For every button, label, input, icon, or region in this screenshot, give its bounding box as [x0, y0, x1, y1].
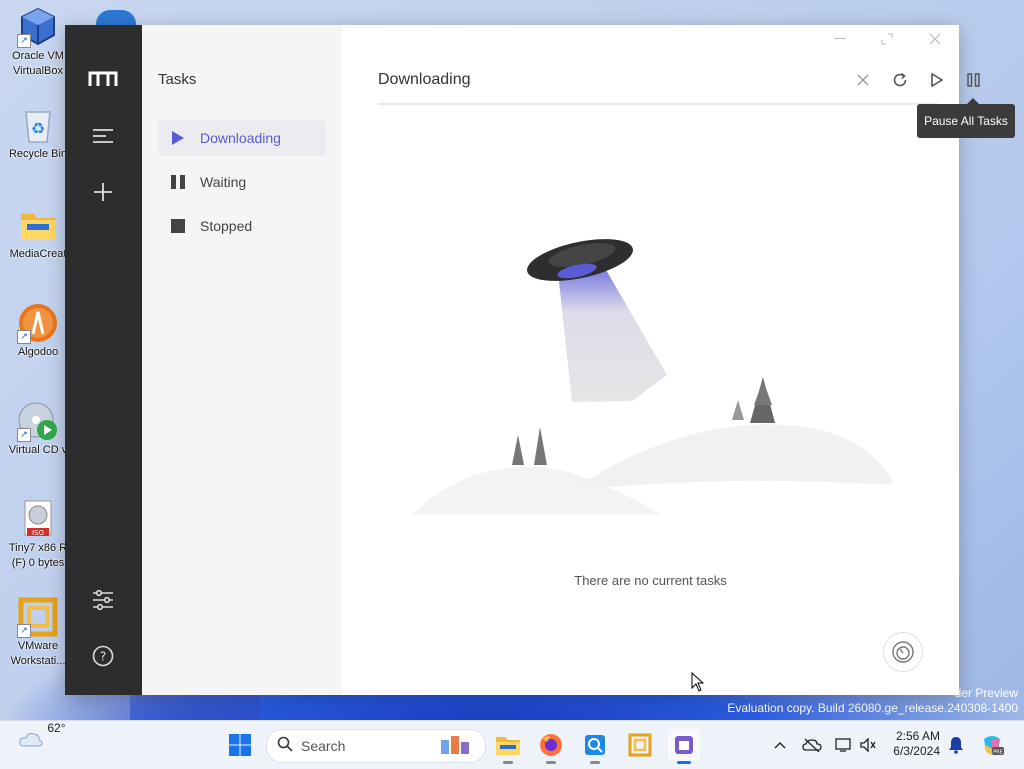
desktop-icon-recycle-bin[interactable]: ♻ Recycle Bin — [3, 104, 73, 161]
delete-task-icon[interactable] — [852, 69, 874, 91]
recycle-bin-icon: ♻ — [17, 104, 59, 146]
show-hidden-icons-chevron-up-icon[interactable] — [770, 735, 790, 755]
desktop-icon-partial — [96, 10, 136, 25]
svg-text:PRE: PRE — [993, 750, 1003, 756]
volume-icon[interactable] — [858, 735, 878, 755]
firefox-icon — [540, 734, 562, 756]
sidebar-item-stopped[interactable]: Stopped — [158, 208, 326, 244]
tooltip: Pause All Tasks — [917, 98, 1015, 138]
page-title: Downloading — [378, 71, 471, 88]
help-icon[interactable]: ? — [83, 636, 123, 676]
sidebar-item-downloading[interactable]: Downloading — [158, 120, 326, 156]
cd-icon: ↗ — [17, 400, 59, 442]
taskbar-vmware[interactable] — [624, 729, 656, 761]
sidebar-item-label: Downloading — [200, 130, 281, 146]
main-panel: Downloading Pause All Tasks There are no… — [342, 25, 1015, 695]
app-logo-icon — [83, 59, 123, 99]
play-icon — [170, 130, 186, 146]
taskbar-file-explorer[interactable] — [492, 729, 524, 764]
taskbar-firefox[interactable] — [535, 729, 567, 764]
speedometer-icon — [892, 641, 914, 663]
start-button[interactable] — [224, 729, 256, 761]
sidebar-title: Tasks — [158, 71, 197, 88]
algodoo-icon: ↗ — [17, 302, 59, 344]
onedrive-offline-icon[interactable] — [802, 735, 822, 755]
folder-icon — [17, 204, 59, 246]
maximize-icon[interactable] — [875, 31, 899, 47]
resume-all-icon[interactable] — [926, 69, 948, 91]
folder-icon — [496, 737, 520, 755]
motrix-app-icon — [675, 736, 693, 754]
speedometer-button[interactable] — [883, 632, 923, 672]
minimize-icon[interactable] — [828, 31, 852, 47]
windows-icon — [229, 734, 251, 756]
vmware-icon: ↗ — [17, 596, 59, 638]
sidebar-item-waiting[interactable]: Waiting — [158, 164, 326, 200]
cloud-icon — [19, 733, 43, 747]
empty-state-text: There are no current tasks — [574, 573, 727, 588]
vmware-icon — [628, 733, 652, 757]
virtualbox-icon: ↗ — [17, 6, 59, 48]
svg-text:ISO: ISO — [32, 529, 45, 537]
sidebar-item-label: Waiting — [200, 174, 247, 190]
desktop-icon-mediacreation[interactable]: MediaCreat — [3, 204, 73, 261]
iso-file-icon: ISO — [17, 498, 59, 540]
stop-icon — [170, 218, 186, 234]
refresh-icon[interactable] — [889, 69, 911, 91]
pause-all-icon[interactable] — [962, 69, 984, 91]
taskbar-motrix[interactable] — [668, 729, 700, 764]
search-icon — [277, 736, 293, 757]
taskbar-search[interactable]: Search — [266, 729, 486, 763]
magnifier-app-icon — [585, 735, 605, 755]
svg-text:♻: ♻ — [31, 119, 45, 138]
nav-rail: ? — [65, 25, 142, 695]
desktop-icon-algodoo[interactable]: ↗ Algodoo — [3, 302, 73, 359]
task-sidebar: Tasks Downloading Waiting Stopped — [142, 25, 342, 695]
desktop-icon-vmware[interactable]: ↗ VMware Workstati... — [3, 596, 73, 668]
desktop-icon-virtual-cd[interactable]: ↗ Virtual CD v — [3, 400, 73, 457]
add-task-icon[interactable] — [83, 172, 123, 212]
weather-widget[interactable]: 62° — [18, 721, 66, 749]
header-divider — [378, 103, 938, 105]
notification-bell-icon[interactable] — [946, 735, 966, 755]
menu-icon[interactable] — [83, 116, 123, 156]
sidebar-item-label: Stopped — [200, 218, 253, 234]
taskbar: 62° Search 2:56 AM 6/3/2024 PRE — [0, 720, 1024, 769]
mouse-cursor-icon — [691, 672, 705, 692]
svg-text:?: ? — [100, 650, 106, 664]
close-icon[interactable] — [923, 31, 947, 47]
copilot-icon[interactable]: PRE — [980, 735, 1004, 756]
settings-sliders-icon[interactable] — [83, 580, 123, 620]
desktop-icon-iso[interactable]: ISO Tiny7 x86 R (F) 0 bytes — [3, 498, 73, 570]
empty-state-illustration — [412, 239, 892, 515]
motrix-window: ? Tasks Downloading Waiting Stopped Down… — [65, 25, 1015, 695]
search-highlight-icon — [437, 734, 477, 763]
taskbar-app-blue[interactable] — [579, 729, 611, 764]
pause-icon — [170, 174, 186, 190]
desktop-icon-virtualbox[interactable]: ↗ Oracle VM VirtualBox — [3, 6, 73, 78]
network-icon[interactable] — [834, 735, 854, 755]
system-clock[interactable]: 2:56 AM 6/3/2024 — [884, 729, 940, 759]
